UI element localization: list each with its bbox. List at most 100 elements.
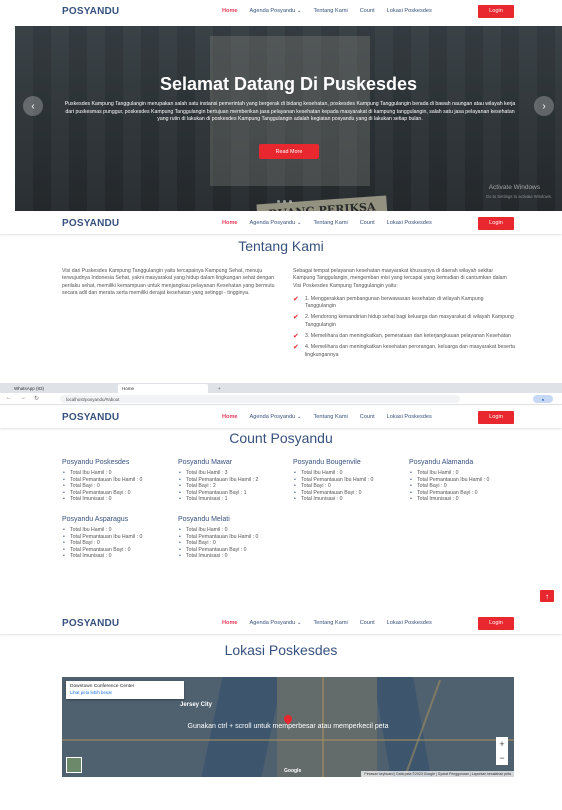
map-place-name: Downtown Conference Center [70,684,135,689]
list-item: Total Ibu Hamil : 0 [409,470,524,477]
brand-logo[interactable]: POSYANDU [62,6,119,17]
nav-item-location[interactable]: Lokasi Poskesdes [387,620,432,626]
posyandu-card-melati: Posyandu Melati Total Ibu Hamil : 0 Tota… [178,516,293,560]
back-to-top-button[interactable]: ↑ [540,590,554,602]
navbar-sticky-location: POSYANDU Home Agenda Posyandu ⌄ Tentang … [0,612,562,634]
nav-item-agenda[interactable]: Agenda Posyandu ⌄ [250,8,302,14]
profile-avatar[interactable]: ● [533,395,553,403]
posyandu-stats: Total Ibu Hamil : 0 Total Pemantauan Ibu… [409,470,524,503]
nav-item-home[interactable]: Home [222,220,238,226]
nav-menu: Home Agenda Posyandu ⌄ Tentang Kami Coun… [222,220,444,226]
brand-logo[interactable]: POSYANDU [62,618,119,629]
carousel-prev-icon[interactable]: ‹ [23,96,43,116]
nav-item-agenda[interactable]: Agenda Posyandu ⌄ [250,414,302,420]
list-item: ✔ 4. Memelihara dan meningkatkan kesehata… [293,344,515,358]
posyandu-card-asparagus: Posyandu Asparagus Total Ibu Hamil : 0 T… [62,516,177,560]
google-map[interactable]: Jersey City Downtown Conference Center L… [62,677,514,777]
posyandu-stats: Total Ibu Hamil : 0 Total Pemantauan Ibu… [178,527,293,560]
nav-item-home[interactable]: Home [222,620,238,626]
list-item: Total Bayi : 0 [409,483,524,490]
posyandu-card-alamanda: Posyandu Alamanda Total Ibu Hamil : 0 To… [409,459,524,503]
posyandu-stats: Total Ibu Hamil : 0 Total Pemantauan Ibu… [62,527,177,560]
url-input[interactable]: localhost/posyandu/#about [60,395,460,403]
browser-tab-home[interactable]: Home [118,384,208,393]
about-title: Tentang Kami [238,238,324,254]
nav-item-count[interactable]: Count [360,8,375,14]
hero-description: Puskesdes Kampung Tanggulangin merupakan… [64,101,516,123]
list-item: Total Ibu Hamil : 0 [178,527,293,534]
check-icon: ✔ [293,314,299,322]
map-info-card: Downtown Conference Center Lihat peta le… [66,681,184,699]
nav-item-home[interactable]: Home [222,8,238,14]
nav-item-agenda[interactable]: Agenda Posyandu ⌄ [250,220,302,226]
list-item: ✔ 2. Mendorong kemandirian hidup sehat ba… [293,314,514,328]
list-item: Total Pemantauan Bayi : 0 [409,490,524,497]
list-item: Total Ibu Hamil : 0 [62,527,177,534]
list-item: Total Pemantauan Ibu Hamil : 0 [62,477,177,484]
location-title: Lokasi Poskesdes [224,642,338,658]
browser-address-bar: ← → ↻ localhost/posyandu/#about ● [0,393,562,405]
posyandu-name: Posyandu Bougenvile [293,459,361,466]
nav-item-count[interactable]: Count [360,220,375,226]
about-mission-intro: Sebagai tempat pelayanan kesehatan masya… [293,268,507,289]
login-button[interactable]: Login [478,216,514,230]
posyandu-card-mawar: Posyandu Mawar Total Ibu Hamil : 3 Total… [178,459,293,503]
browser-tab-strip: WhatsApp (83) Home + [0,383,562,393]
zoom-in-icon[interactable]: + [499,739,504,749]
brand-logo[interactable]: POSYANDU [62,218,119,229]
login-button[interactable]: Login [478,4,514,18]
list-item: Total Bayi : 0 [293,483,408,490]
zoom-out-icon[interactable]: − [499,753,504,763]
back-icon[interactable]: ← [6,395,12,402]
forward-icon[interactable]: → [20,395,26,402]
nav-menu: Home Agenda Posyandu ⌄ Tentang Kami Coun… [222,414,444,420]
map-city-label: Jersey City [180,702,213,708]
map-zoom-control: + − [496,737,508,765]
navbar-sticky-count: POSYANDU Home Agenda Posyandu ⌄ Tentang … [0,406,562,428]
posyandu-card-poskesdes: Posyandu Poskesdes Total Ibu Hamil : 0 T… [62,459,177,503]
nav-item-count[interactable]: Count [360,414,375,420]
browser-nav: ← → ↻ [6,395,39,402]
arrow-up-icon: ↑ [545,591,549,601]
brand-logo[interactable]: POSYANDU [62,412,119,423]
list-item: Total Pemantauan Bayi : 0 [293,490,408,497]
navbar-sticky-about: POSYANDU Home Agenda Posyandu ⌄ Tentang … [0,212,562,234]
list-item: Total Bayi : 0 [62,540,177,547]
nav-item-about[interactable]: Tentang Kami [314,414,348,420]
posyandu-name: Posyandu Melati [178,516,230,523]
nav-item-about[interactable]: Tentang Kami [314,8,348,14]
hero-title: Selamat Datang Di Puskesdes [159,74,418,94]
carousel-next-icon[interactable]: › [534,96,554,116]
posyandu-name: Posyandu Poskesdes [62,459,130,466]
posyandu-card-bougenvile: Posyandu Bougenvile Total Ibu Hamil : 0 … [293,459,408,503]
list-item: Total Imunisasi : 0 [62,553,177,560]
browser-tab-whatsapp[interactable]: WhatsApp (83) [10,384,110,393]
nav-item-location[interactable]: Lokasi Poskesdes [387,8,432,14]
reload-icon[interactable]: ↻ [34,395,39,402]
posyandu-name: Posyandu Alamanda [409,459,474,466]
login-button[interactable]: Login [478,410,514,424]
posyandu-name: Posyandu Asparagus [62,516,129,523]
posyandu-stats: Total Ibu Hamil : 0 Total Pemantauan Ibu… [62,470,177,503]
list-item: Total Ibu Hamil : 0 [293,470,408,477]
nav-item-about[interactable]: Tentang Kami [314,220,348,226]
about-mission: Sebagai tempat pelayanan kesehatan masya… [293,268,515,363]
login-button[interactable]: Login [478,616,514,630]
nav-item-location[interactable]: Lokasi Poskesdes [387,220,432,226]
map-layer-toggle[interactable] [66,757,82,773]
read-more-button[interactable]: Read More [259,144,319,159]
carousel-indicators[interactable] [277,200,292,203]
list-item: Total Ibu Hamil : 0 [62,470,177,477]
nav-item-count[interactable]: Count [360,620,375,626]
new-tab-icon[interactable]: + [214,384,221,393]
map-footer[interactable]: Pintasan keyboard | Data peta ©2023 Goog… [361,771,514,777]
nav-item-home[interactable]: Home [222,414,238,420]
check-icon: ✔ [293,295,299,303]
map-larger-link[interactable]: Lihat peta lebih besar [70,690,180,695]
posyandu-stats: Total Ibu Hamil : 0 Total Pemantauan Ibu… [293,470,408,503]
nav-item-location[interactable]: Lokasi Poskesdes [387,414,432,420]
nav-item-agenda[interactable]: Agenda Posyandu ⌄ [250,620,302,626]
windows-watermark-sub: Go to Settings to activate Windows. [485,194,552,199]
nav-item-about[interactable]: Tentang Kami [314,620,348,626]
list-item: Total Pemantauan Bayi : 0 [62,547,177,554]
